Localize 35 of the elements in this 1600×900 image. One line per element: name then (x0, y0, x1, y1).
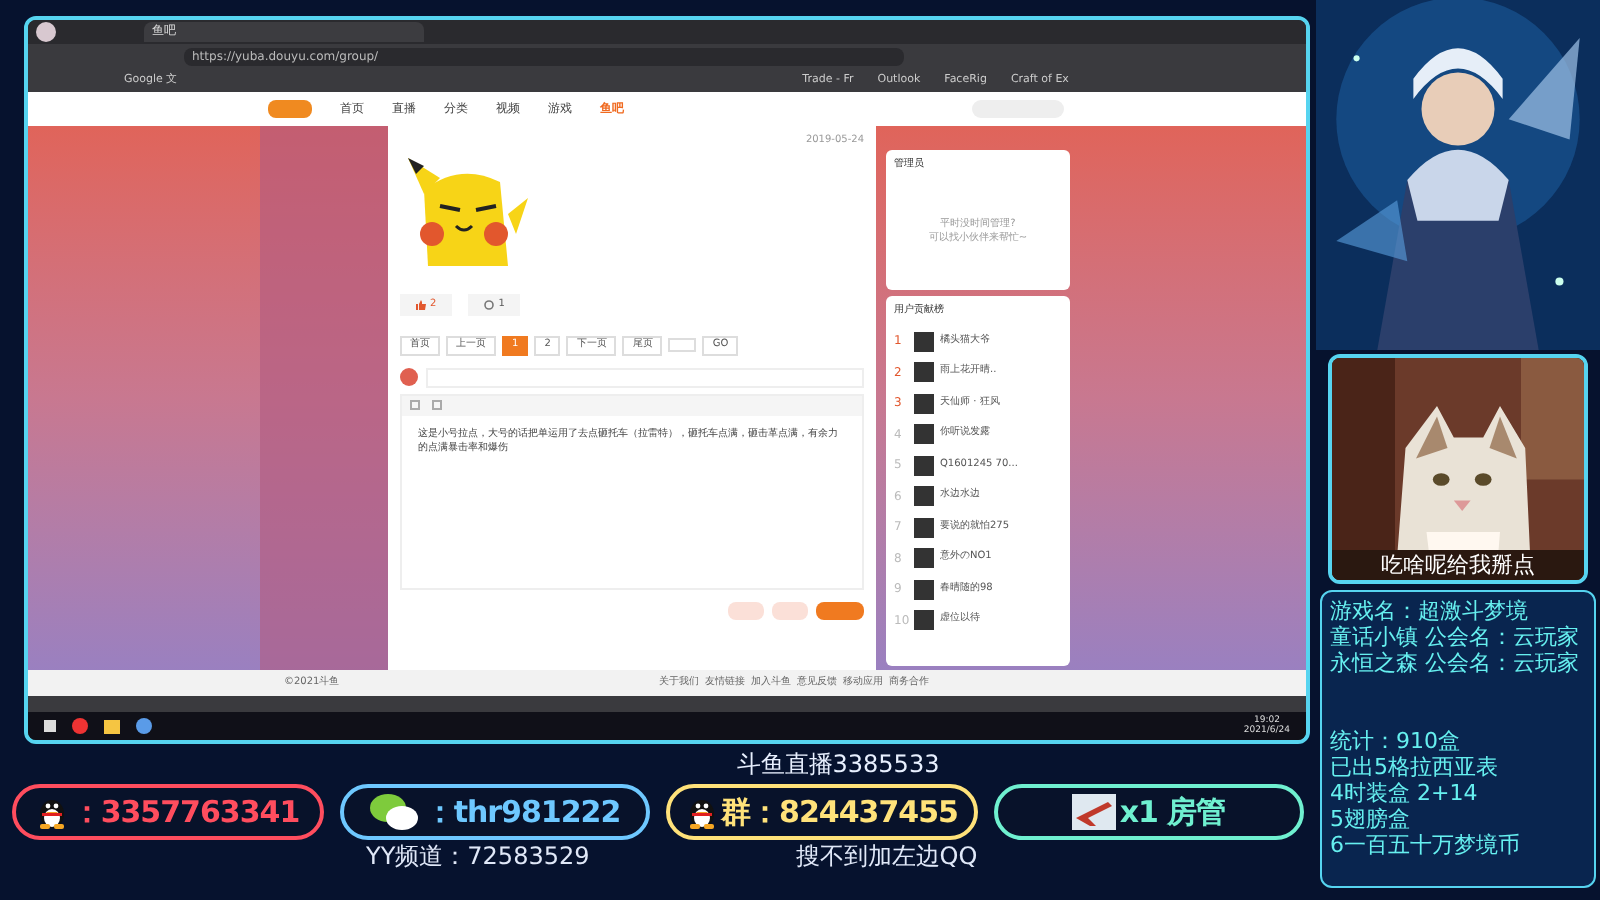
avatar-icon (36, 22, 56, 42)
page-input[interactable] (668, 338, 697, 353)
stat-line: 5翅膀盒 (1330, 806, 1412, 832)
browser-icon[interactable] (136, 718, 152, 734)
stat-line: 4时装盒 2+14 (1330, 780, 1480, 806)
toolbar-tool-icon[interactable] (432, 400, 442, 410)
stat-line: 统计：910盒 (1330, 728, 1462, 754)
publish-button[interactable] (816, 601, 864, 619)
contact-text: ：thr981222 (424, 791, 621, 834)
penguin-icon (35, 794, 68, 830)
comment-icon (484, 299, 495, 310)
site-logo[interactable] (268, 100, 312, 118)
cam-caption: 吃啥呢给我掰点 (1332, 550, 1584, 580)
toolbar-tool-icon[interactable] (410, 400, 420, 410)
stat-line: 6一百五十万梦境币 (1330, 832, 1522, 858)
preview-button[interactable] (772, 601, 808, 619)
contact-text: x1 房管 (1119, 791, 1226, 834)
stat-line: 已出5格拉西亚表 (1330, 754, 1500, 780)
chat-bubbles-icon (368, 792, 421, 832)
stream-room-title: 斗鱼直播3385533 (736, 750, 940, 778)
contact-text: 群：824437455 (721, 791, 958, 834)
draft-button[interactable] (728, 601, 764, 619)
app-icon[interactable] (72, 718, 88, 734)
caption-text: 搜不到加左边QQ (795, 842, 978, 870)
info-line: 童话小镇 公会名：云玩家 (1330, 624, 1581, 650)
contact-text: ：3357763341 (71, 791, 300, 834)
info-line: 永恒之森 公会名：云玩家 (1330, 650, 1581, 676)
airplane-icon (1071, 794, 1116, 830)
info-line: 游戏名：超激斗梦境 (1330, 598, 1530, 624)
thumbs-up-icon (416, 299, 426, 310)
windows-start-icon[interactable] (44, 720, 56, 732)
caption-text: YY频道：72583529 (366, 842, 590, 870)
user-avatar (400, 368, 418, 386)
folder-icon[interactable] (104, 719, 120, 733)
penguin-icon (685, 794, 718, 830)
